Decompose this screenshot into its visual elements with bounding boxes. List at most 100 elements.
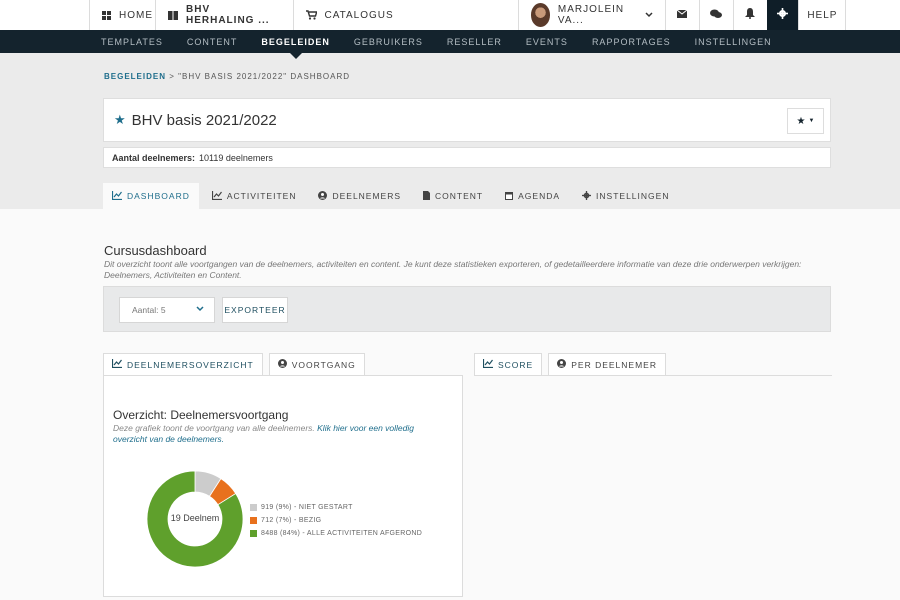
amount-select[interactable]: Aantal: 5: [119, 297, 215, 323]
course-switcher-button[interactable]: BHV HERHALING ...: [155, 0, 293, 30]
home-button[interactable]: HOME: [89, 0, 155, 30]
nav-item-instellingen[interactable]: INSTELLINGEN: [695, 30, 772, 53]
nav-item-content[interactable]: CONTENT: [187, 30, 238, 53]
course-title-card: ★ BHV basis 2021/2022 ★ ▼: [103, 98, 831, 142]
help-button[interactable]: HELP: [798, 0, 847, 30]
participants-value: 10119 deelnemers: [199, 152, 273, 163]
star-icon: ★: [114, 112, 126, 127]
chart-icon: [482, 359, 493, 370]
book-icon: [168, 10, 178, 20]
tab-deelnemersoverzicht-label: DEELNEMERSOVERZICHT: [127, 359, 254, 370]
star-icon: ★: [796, 115, 806, 127]
chevron-down-icon: [645, 10, 653, 21]
panel-description: Deze grafiek toont de voortgang van alle…: [113, 423, 443, 445]
tab-agenda[interactable]: AGENDA: [496, 183, 569, 209]
avatar: [530, 3, 550, 27]
user-menu[interactable]: MARJOLEIN VA...: [517, 0, 665, 30]
user-circle-icon: [277, 359, 287, 370]
panel-title: Overzicht: Deelnemersvoortgang: [113, 408, 289, 422]
catalog-button[interactable]: CATALOGUS: [292, 0, 518, 30]
legend-label: 919 (9%) - NIET GESTART: [261, 504, 353, 511]
legend-label: 8488 (84%) - ALLE ACTIVITEITEN AFGEROND: [261, 530, 423, 537]
nav-item-rapportages[interactable]: RAPPORTAGES: [592, 30, 671, 53]
home-label: HOME: [119, 9, 153, 21]
tab-dashboard-label: DASHBOARD: [127, 191, 190, 201]
export-button[interactable]: EXPORTEER: [222, 297, 288, 323]
nav-item-gebruikers[interactable]: GEBRUIKERS: [354, 30, 423, 53]
legend-swatch: [250, 530, 257, 537]
course-label: BHV HERHALING ...: [186, 4, 270, 26]
breadcrumb-link[interactable]: BEGELEIDEN: [104, 72, 166, 81]
gear-icon: [582, 190, 592, 202]
chart-legend: 919 (9%) - NIET GESTART 712 (7%) - BEZIG 8…: [250, 501, 422, 540]
nav-item-events[interactable]: EVENTS: [526, 30, 568, 53]
tab-per-deelnemer-label: PER DEELNEMER: [571, 359, 657, 370]
chart-icon: [111, 190, 122, 202]
messages-button[interactable]: [665, 0, 699, 30]
gear-icon: [777, 8, 789, 22]
tab-deelnemers[interactable]: DEELNEMERS: [309, 183, 410, 209]
tab-voortgang[interactable]: VOORTGANG: [268, 353, 365, 376]
legend-swatch: [250, 504, 257, 511]
tab-content[interactable]: CONTENT: [414, 183, 492, 209]
favorite-dropdown-button[interactable]: ★ ▼: [787, 108, 824, 134]
tab-voortgang-label: VOORTGANG: [291, 359, 356, 370]
amount-select-value: Aantal: 5: [132, 305, 166, 315]
tab-agenda-label: AGENDA: [518, 191, 561, 201]
notifications-button[interactable]: [732, 0, 767, 30]
tab-instellingen[interactable]: INSTELLINGEN: [573, 183, 678, 209]
nav-item-reseller[interactable]: RESELLER: [447, 30, 502, 53]
grid-icon: [102, 10, 111, 20]
panel-description-text: Deze grafiek toont de voortgang van alle…: [113, 423, 315, 433]
course-tabs: DASHBOARD ACTIVITEITEN DEELNEMERS CONTEN…: [103, 183, 682, 209]
nav-item-templates[interactable]: TEMPLATES: [101, 30, 163, 53]
main-nav: TEMPLATES CONTENT BEGELEIDEN GEBRUIKERS …: [0, 30, 900, 53]
file-icon: [423, 190, 431, 202]
caret-down-icon: ▼: [808, 118, 815, 124]
tab-activiteiten-label: ACTIVITEITEN: [226, 191, 297, 201]
tab-deelnemersoverzicht[interactable]: DEELNEMERSOVERZICHT: [103, 353, 263, 376]
bell-icon: [745, 8, 756, 22]
legend-label: 712 (7%) - BEZIG: [261, 517, 322, 524]
catalog-label: CATALOGUS: [324, 9, 394, 21]
tab-per-deelnemer[interactable]: PER DEELNEMER: [548, 353, 666, 376]
tab-score-label: SCORE: [498, 359, 534, 370]
user-circle-icon: [318, 190, 328, 202]
tab-dashboard[interactable]: DASHBOARD: [103, 183, 199, 209]
left-subtabs: DEELNEMERSOVERZICHT VOORTGANG: [103, 353, 371, 376]
right-subtabs: SCORE PER DEELNEMER: [474, 353, 672, 376]
chat-icon: [710, 9, 723, 22]
user-name: MARJOLEIN VA...: [557, 4, 625, 26]
tab-instellingen-label: INSTELLINGEN: [596, 191, 670, 201]
participants-label: Aantal deelnemers:: [112, 152, 196, 163]
topbar-trail: [846, 0, 900, 30]
help-label: HELP: [807, 9, 838, 21]
donut-center-label: 19 Deelnem: [170, 513, 220, 523]
envelope-icon: [677, 9, 688, 21]
breadcrumb: BEGELEIDEN > "BHV BASIS 2021/2022" DASHB…: [104, 72, 350, 81]
dashboard-toolbar: Aantal: 5 EXPORTEER: [103, 286, 831, 332]
calendar-icon: [505, 191, 514, 202]
dashboard-title: Cursusdashboard: [104, 243, 207, 258]
top-bar: HOME BHV HERHALING ... CATALOGUS MARJOLE…: [0, 0, 900, 30]
tab-content-label: CONTENT: [435, 191, 484, 201]
breadcrumb-current: "BHV BASIS 2021/2022" DASHBOARD: [178, 72, 351, 81]
tab-deelnemers-label: DEELNEMERS: [332, 191, 402, 201]
chat-button[interactable]: [698, 0, 733, 30]
nav-item-begeleiden[interactable]: BEGELEIDEN: [261, 30, 330, 53]
user-circle-icon: [557, 359, 567, 370]
legend-item: 8488 (84%) - ALLE ACTIVITEITEN AFGEROND: [250, 527, 422, 540]
legend-item: 919 (9%) - NIET GESTART: [250, 501, 422, 514]
chart-icon: [211, 190, 222, 202]
settings-button[interactable]: [766, 0, 799, 30]
legend-swatch: [250, 517, 257, 524]
participants-count-card: Aantal deelnemers: 10119 deelnemers: [103, 147, 831, 168]
dashboard-description: Dit overzicht toont alle voortgangen van…: [104, 259, 802, 280]
cart-icon: [305, 10, 317, 20]
breadcrumb-separator: >: [169, 72, 175, 81]
tab-activiteiten[interactable]: ACTIVITEITEN: [203, 183, 306, 209]
page-title: BHV basis 2021/2022: [131, 111, 277, 129]
tab-score[interactable]: SCORE: [474, 353, 543, 376]
chevron-down-icon: [196, 305, 204, 314]
chart-icon: [111, 359, 122, 370]
